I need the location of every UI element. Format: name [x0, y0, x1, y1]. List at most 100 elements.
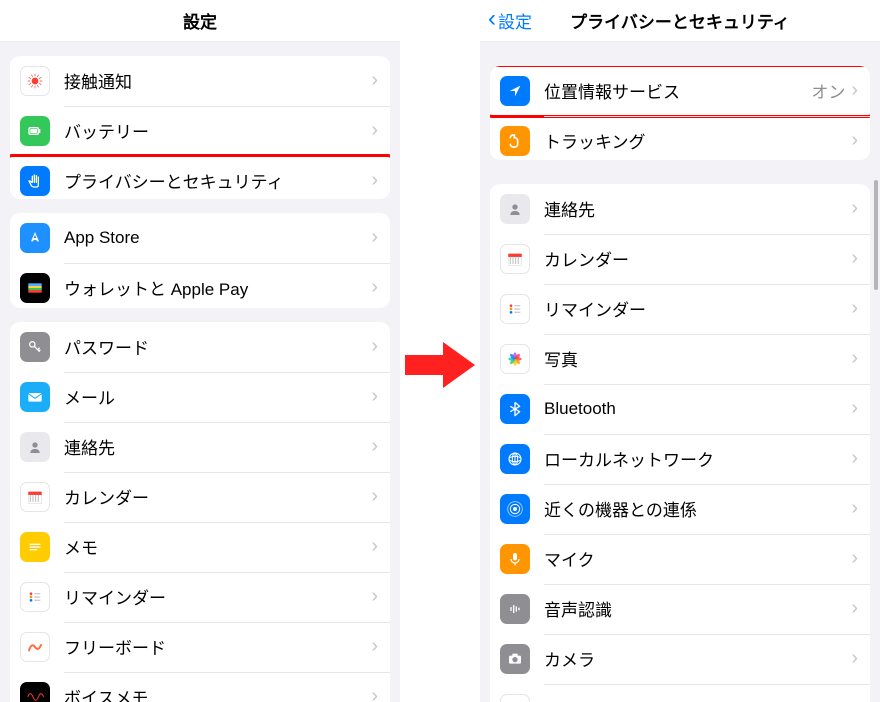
row-label: Bluetooth [544, 399, 851, 419]
mail-icon [20, 382, 50, 412]
settings-row-mail[interactable]: メール › [10, 372, 390, 422]
header: 設定 [0, 0, 400, 42]
privacy-row-health[interactable]: ヘルスケア › [490, 684, 870, 702]
chevron-right-icon: › [371, 119, 378, 142]
chevron-right-icon: › [371, 485, 378, 508]
row-label: リマインダー [544, 296, 851, 321]
exposure-icon [20, 66, 50, 96]
network-icon [500, 444, 530, 474]
chevron-right-icon: › [851, 297, 858, 320]
battery-icon [20, 116, 50, 146]
row-label: トラッキング [544, 128, 851, 153]
settings-row-wallet[interactable]: ウォレットと Apple Pay › [10, 263, 390, 308]
settings-row-hand[interactable]: プライバシーとセキュリティ › [10, 156, 390, 199]
settings-group-3: パスワード › メール › 連絡先 › カレンダー › メモ › リマインダー [10, 322, 390, 702]
row-label: 近くの機器との連係 [544, 496, 851, 521]
settings-row-key[interactable]: パスワード › [10, 322, 390, 372]
bluetooth-icon [500, 394, 530, 424]
privacy-row-photos[interactable]: 写真 › [490, 334, 870, 384]
chevron-right-icon: › [851, 247, 858, 270]
row-label: リマインダー [64, 584, 371, 609]
chevron-right-icon: › [851, 697, 858, 702]
settings-row-voicememo[interactable]: ボイスメモ › [10, 672, 390, 702]
hand-icon [20, 166, 50, 196]
settings-row-notes[interactable]: メモ › [10, 522, 390, 572]
settings-row-contacts[interactable]: 連絡先 › [10, 422, 390, 472]
row-label: パスワード [64, 334, 371, 359]
key-icon [20, 332, 50, 362]
row-label: ローカルネットワーク [544, 446, 851, 471]
chevron-right-icon: › [371, 335, 378, 358]
row-label: フリーボード [64, 634, 371, 659]
privacy-row-mic[interactable]: マイク › [490, 534, 870, 584]
privacy-row-bluetooth[interactable]: Bluetooth › [490, 384, 870, 434]
chevron-right-icon: › [371, 585, 378, 608]
arrow-icon [405, 340, 475, 390]
chevron-right-icon: › [851, 347, 858, 370]
privacy-row-nearby[interactable]: 近くの機器との連係 › [490, 484, 870, 534]
row-label: カメラ [544, 646, 851, 671]
notes-icon [20, 532, 50, 562]
settings-row-reminders[interactable]: リマインダー › [10, 572, 390, 622]
chevron-right-icon: › [371, 226, 378, 249]
settings-row-exposure[interactable]: 接触通知 › [10, 56, 390, 106]
calendar-icon [20, 482, 50, 512]
settings-group-2: App Store › ウォレットと Apple Pay › [10, 213, 390, 308]
calendar-icon [500, 244, 530, 274]
nearby-icon [500, 494, 530, 524]
health-icon [500, 694, 530, 702]
tracking-icon [500, 126, 530, 156]
back-button[interactable]: ‹ 設定 [488, 0, 532, 41]
privacy-row-location[interactable]: 位置情報サービス オン › [490, 66, 870, 116]
privacy-group-1: 位置情報サービス オン › トラッキング › [490, 66, 870, 160]
chevron-right-icon: › [371, 169, 378, 192]
chevron-right-icon: › [851, 497, 858, 520]
chevron-right-icon: › [851, 129, 858, 152]
chevron-right-icon: › [851, 597, 858, 620]
row-value: オン [811, 78, 845, 103]
row-label: カレンダー [544, 246, 851, 271]
privacy-row-tracking[interactable]: トラッキング › [490, 116, 870, 160]
chevron-right-icon: › [851, 447, 858, 470]
location-icon [500, 76, 530, 106]
settings-row-appstore[interactable]: App Store › [10, 213, 390, 263]
page-title: 設定 [183, 8, 217, 33]
row-label: ボイスメモ [64, 684, 371, 702]
privacy-row-reminders[interactable]: リマインダー › [490, 284, 870, 334]
page-title: プライバシーとセキュリティ [570, 8, 790, 33]
settings-screen: 設定 接触通知 › バッテリー › プライバシーとセキュリティ › App St… [0, 0, 400, 702]
back-label: 設定 [498, 8, 532, 33]
privacy-row-calendar[interactable]: カレンダー › [490, 234, 870, 284]
settings-row-battery[interactable]: バッテリー › [10, 106, 390, 156]
chevron-right-icon: › [371, 276, 378, 299]
row-label: 音声認識 [544, 596, 851, 621]
chevron-right-icon: › [371, 635, 378, 658]
chevron-right-icon: › [851, 647, 858, 670]
row-label: カレンダー [64, 484, 371, 509]
chevron-right-icon: › [371, 385, 378, 408]
reminders-icon [500, 294, 530, 324]
contacts-icon [500, 194, 530, 224]
camera-icon [500, 644, 530, 674]
row-label: 位置情報サービス [544, 78, 811, 103]
privacy-row-contacts[interactable]: 連絡先 › [490, 184, 870, 234]
row-label: メモ [64, 534, 371, 559]
chevron-right-icon: › [371, 685, 378, 702]
privacy-row-network[interactable]: ローカルネットワーク › [490, 434, 870, 484]
privacy-row-camera[interactable]: カメラ › [490, 634, 870, 684]
chevron-right-icon: › [851, 397, 858, 420]
chevron-right-icon: › [371, 435, 378, 458]
row-label: 連絡先 [544, 196, 851, 221]
settings-row-calendar[interactable]: カレンダー › [10, 472, 390, 522]
photos-icon [500, 344, 530, 374]
appstore-icon [20, 223, 50, 253]
settings-row-freeform[interactable]: フリーボード › [10, 622, 390, 672]
row-label: プライバシーとセキュリティ [64, 168, 371, 193]
header: ‹ 設定 プライバシーとセキュリティ [480, 0, 880, 42]
chevron-right-icon: › [371, 535, 378, 558]
speech-icon [500, 594, 530, 624]
row-label: バッテリー [64, 118, 371, 143]
privacy-row-speech[interactable]: 音声認識 › [490, 584, 870, 634]
mic-icon [500, 544, 530, 574]
freeform-icon [20, 632, 50, 662]
